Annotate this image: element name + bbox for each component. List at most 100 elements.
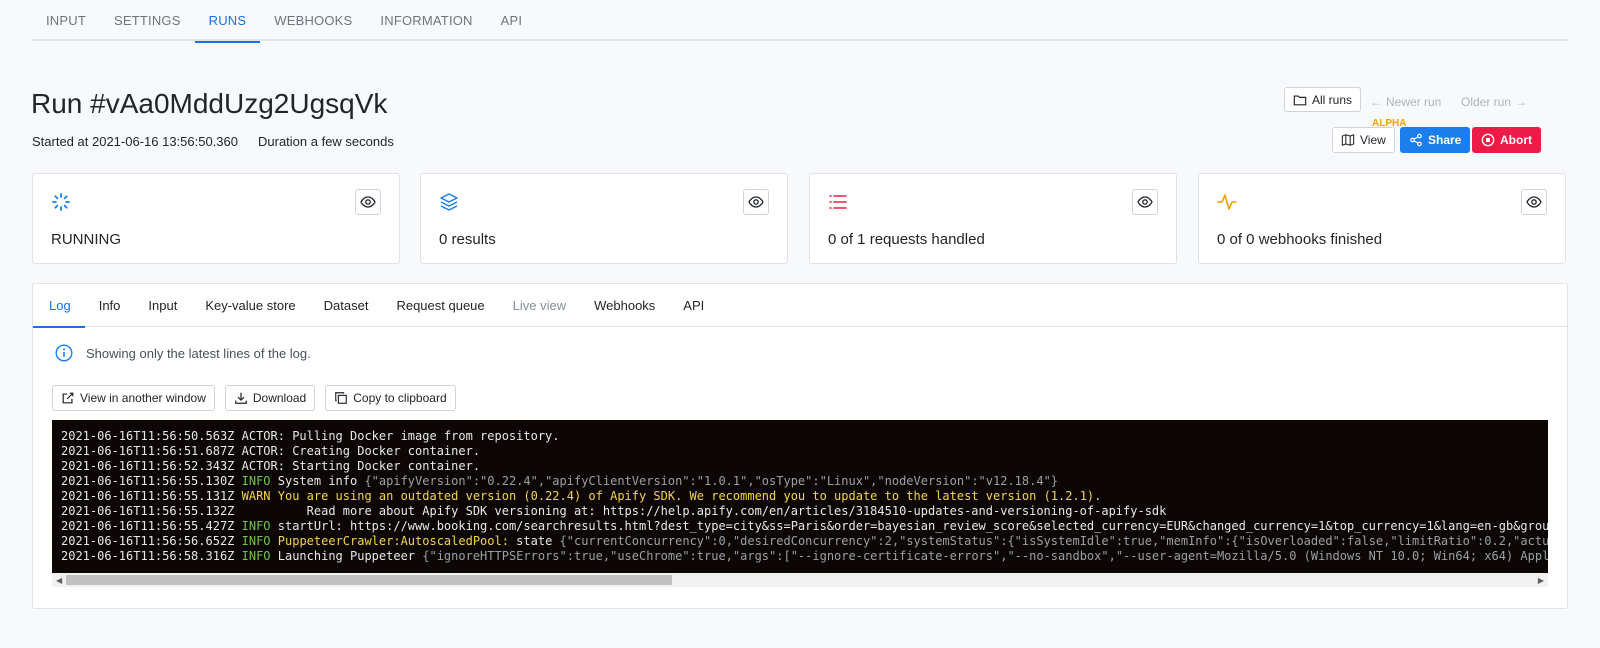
list-icon xyxy=(829,195,847,209)
all-runs-button[interactable]: All runs xyxy=(1284,87,1362,112)
eye-button[interactable] xyxy=(1521,189,1547,215)
run-detail-panel: Log Info Input Key-value store Dataset R… xyxy=(32,283,1568,609)
map-icon xyxy=(1341,133,1355,147)
tab-input[interactable]: Input xyxy=(134,284,191,326)
card-label: 0 of 1 requests handled xyxy=(828,231,985,248)
log-line: 2021-06-16T11:56:55.130Z INFO System inf… xyxy=(61,474,1539,489)
log-message xyxy=(271,534,278,548)
log-message: startUrl: https://www.booking.com/search… xyxy=(270,519,1548,533)
stop-circle-icon xyxy=(1481,133,1495,147)
log-message: ACTOR: Starting Docker container. xyxy=(241,459,481,473)
scrollbar-thumb[interactable] xyxy=(66,575,672,585)
log-message: Launching Puppeteer xyxy=(270,549,423,563)
eye-button[interactable] xyxy=(1132,189,1158,215)
log-source: PuppeteerCrawler:AutoscaledPool: xyxy=(277,534,509,548)
share-icon xyxy=(1410,133,1422,147)
eye-button[interactable] xyxy=(743,189,769,215)
horizontal-scrollbar[interactable]: ◀ ▶ xyxy=(52,573,1548,587)
log-timestamp: 2021-06-16T11:56:50.563Z xyxy=(61,429,235,443)
run-tabs: Log Info Input Key-value store Dataset R… xyxy=(33,284,1567,328)
card-label: 0 results xyxy=(439,231,496,248)
view-button[interactable]: View xyxy=(1332,127,1395,153)
tab-info[interactable]: Info xyxy=(85,284,135,326)
eye-icon xyxy=(360,196,376,208)
log-line: 2021-06-16T11:56:50.563Z ACTOR: Pulling … xyxy=(61,429,1539,444)
spinner-icon xyxy=(52,193,70,211)
duration: Duration a few seconds xyxy=(258,134,394,149)
log-data: {"apifyVersion":"0.22.4","apifyClientVer… xyxy=(364,474,1059,488)
log-output[interactable]: 2021-06-16T11:56:50.563Z ACTOR: Pulling … xyxy=(52,420,1548,573)
run-meta: Started at 2021-06-16 13:56:50.360 Durat… xyxy=(32,134,394,149)
log-line: 2021-06-16T11:56:58.316Z INFO Launching … xyxy=(61,549,1548,564)
copy-icon xyxy=(335,392,348,404)
scroll-right-icon: ▶ xyxy=(1537,576,1544,585)
folder-icon xyxy=(1293,94,1307,105)
log-lines: 2021-06-16T11:56:50.563Z ACTOR: Pulling … xyxy=(52,420,1548,564)
log-message: state xyxy=(508,534,560,548)
log-line: 2021-06-16T11:56:56.652Z INFO PuppeteerC… xyxy=(61,534,1548,549)
tab-webhooks[interactable]: Webhooks xyxy=(580,284,669,326)
log-message: You are using an outdated version (0.22.… xyxy=(270,489,1102,503)
log-message: ACTOR: Creating Docker container. xyxy=(241,444,481,458)
log-timestamp: 2021-06-16T11:56:52.343Z xyxy=(61,459,235,473)
external-link-icon xyxy=(62,392,74,404)
log-line: 2021-06-16T11:56:55.132Z Read more about… xyxy=(61,504,1539,519)
started-at: Started at 2021-06-16 13:56:50.360 xyxy=(32,134,238,149)
arrow-left-icon: ← xyxy=(1370,95,1382,109)
tab-settings[interactable]: SETTINGS xyxy=(100,0,195,41)
webhooks-card: 0 of 0 webhooks finished xyxy=(1198,173,1566,264)
tab-information[interactable]: INFORMATION xyxy=(366,0,486,41)
log-message: Read more about Apify SDK versioning at:… xyxy=(241,504,1167,518)
log-level: INFO xyxy=(241,534,271,548)
tab-webhooks[interactable]: WEBHOOKS xyxy=(260,0,366,41)
log-timestamp: 2021-06-16T11:56:55.132Z xyxy=(61,504,235,518)
eye-icon xyxy=(1137,196,1153,208)
tab-dataset[interactable]: Dataset xyxy=(310,284,383,326)
tab-key-value-store[interactable]: Key-value store xyxy=(191,284,309,326)
tab-api[interactable]: API xyxy=(669,284,718,326)
share-button[interactable]: Share xyxy=(1400,127,1471,153)
log-timestamp: 2021-06-16T11:56:55.131Z xyxy=(61,489,235,503)
info-icon xyxy=(55,344,73,362)
log-level: INFO xyxy=(241,519,271,533)
eye-button[interactable] xyxy=(355,189,381,215)
log-actions: View in another window Download Copy to … xyxy=(52,385,456,411)
log-level: INFO xyxy=(241,474,271,488)
log-timestamp: 2021-06-16T11:56:56.652Z xyxy=(61,534,235,548)
tab-api[interactable]: API xyxy=(487,0,537,41)
eye-icon xyxy=(1526,196,1542,208)
status-card: RUNNING xyxy=(32,173,400,264)
log-data: {"currentConcurrency":0,"desiredConcurre… xyxy=(559,534,1548,548)
log-line: 2021-06-16T11:56:55.427Z INFO startUrl: … xyxy=(61,519,1548,534)
older-run-button[interactable]: Older run → xyxy=(1461,90,1527,114)
activity-icon xyxy=(1217,194,1237,210)
card-label: 0 of 0 webhooks finished xyxy=(1217,231,1383,248)
tab-log[interactable]: Log xyxy=(33,284,85,328)
log-line: 2021-06-16T11:56:55.131Z WARN You are us… xyxy=(61,489,1539,504)
log-line: 2021-06-16T11:56:52.343Z ACTOR: Starting… xyxy=(61,459,1539,474)
log-level: INFO xyxy=(241,549,271,563)
log-data: {"ignoreHTTPSErrors":true,"useChrome":tr… xyxy=(422,549,1548,563)
tab-runs[interactable]: RUNS xyxy=(194,0,261,43)
results-card: 0 results xyxy=(420,173,788,264)
view-in-window-button[interactable]: View in another window xyxy=(52,385,215,411)
requests-card: 0 of 1 requests handled xyxy=(809,173,1177,264)
tab-input[interactable]: INPUT xyxy=(32,0,100,41)
log-timestamp: 2021-06-16T11:56:55.427Z xyxy=(61,519,235,533)
log-line: 2021-06-16T11:56:51.687Z ACTOR: Creating… xyxy=(61,444,1539,459)
eye-icon xyxy=(748,196,764,208)
newer-run-button[interactable]: ← Newer run xyxy=(1370,90,1441,114)
log-timestamp: 2021-06-16T11:56:58.316Z xyxy=(61,549,235,563)
log-timestamp: 2021-06-16T11:56:51.687Z xyxy=(61,444,235,458)
log-notice: Showing only the latest lines of the log… xyxy=(55,344,311,362)
download-button[interactable]: Download xyxy=(224,385,316,411)
scroll-left-icon: ◀ xyxy=(56,576,63,585)
log-message: System info xyxy=(270,474,365,488)
tab-live-view[interactable]: Live view xyxy=(499,284,580,326)
copy-to-clipboard-button[interactable]: Copy to clipboard xyxy=(325,385,456,411)
download-icon xyxy=(234,392,247,404)
abort-button[interactable]: Abort xyxy=(1472,127,1541,153)
arrow-right-icon: → xyxy=(1515,95,1528,109)
tab-request-queue[interactable]: Request queue xyxy=(382,284,498,326)
layers-icon xyxy=(440,193,458,211)
